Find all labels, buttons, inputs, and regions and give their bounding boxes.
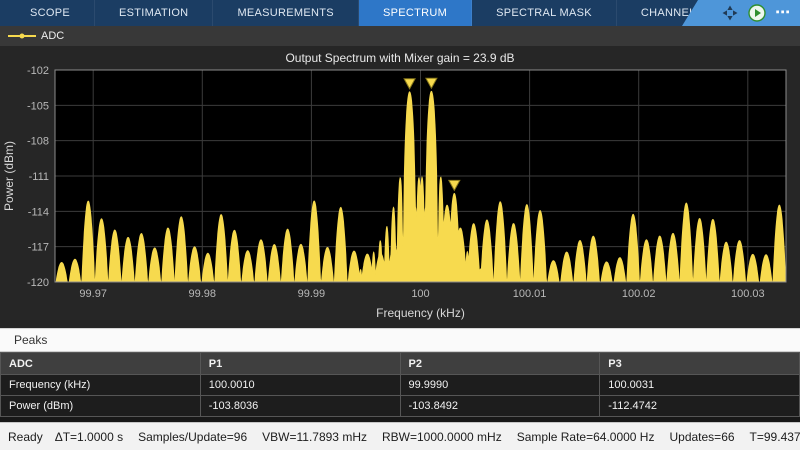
run-icon[interactable] (748, 4, 766, 22)
status-samples-per-update: Samples/Update=96 (138, 430, 247, 444)
status-sample-rate: Sample Rate=64.0000 Hz (517, 430, 655, 444)
column-header-p3: P3 (600, 353, 800, 375)
svg-text:-102: -102 (27, 65, 49, 77)
svg-text:Power (dBm): Power (dBm) (2, 141, 16, 211)
svg-text:99.97: 99.97 (79, 288, 107, 300)
cell-p3-power: -112.4742 (600, 396, 800, 417)
trace-color-swatch-icon (8, 35, 36, 37)
legend: ADC (0, 26, 800, 46)
status-updates: Updates=66 (669, 430, 734, 444)
cell-p1-power: -103.8036 (200, 396, 400, 417)
cell-p1-frequency: 100.0010 (200, 375, 400, 396)
cell-p2-power: -103.8492 (400, 396, 600, 417)
svg-text:100.02: 100.02 (622, 288, 656, 300)
row-label: Frequency (kHz) (1, 375, 201, 396)
simulation-controls-icon[interactable] (721, 4, 739, 22)
status-rbw: RBW=1000.0000 mHz (382, 430, 502, 444)
simulation-controls: ⋯ (682, 0, 800, 26)
svg-text:-120: -120 (27, 277, 49, 289)
peaks-panel-title: Peaks (14, 333, 47, 347)
svg-text:100.01: 100.01 (513, 288, 547, 300)
tab-spectral-mask[interactable]: SPECTRAL MASK (472, 0, 617, 26)
table-row-power: Power (dBm) -103.8036 -103.8492 -112.474… (1, 396, 800, 417)
svg-text:99.99: 99.99 (298, 288, 326, 300)
toolstrip-tab-bar: SCOPE ESTIMATION MEASUREMENTS SPECTRUM S… (0, 0, 800, 26)
peaks-panel-header[interactable]: Peaks (0, 328, 800, 352)
status-ready: Ready (8, 430, 43, 444)
svg-text:-105: -105 (27, 100, 49, 112)
tab-spectrum[interactable]: SPECTRUM (359, 0, 472, 26)
peaks-table-header-row: ADC P1 P2 P3 (1, 353, 800, 375)
status-bar: Ready ΔT=1.0000 s Samples/Update=96 VBW=… (0, 422, 800, 450)
legend-label: ADC (41, 30, 64, 42)
svg-text:-108: -108 (27, 136, 49, 148)
legend-item-adc[interactable]: ADC (8, 30, 64, 42)
status-delta-t: ΔT=1.0000 s (55, 430, 123, 444)
svg-text:Frequency (kHz): Frequency (kHz) (376, 306, 465, 320)
svg-text:-114: -114 (28, 206, 49, 218)
cell-p3-frequency: 100.0031 (600, 375, 800, 396)
tab-measurements[interactable]: MEASUREMENTS (213, 0, 359, 26)
cell-p2-frequency: 99.9990 (400, 375, 600, 396)
table-row-frequency: Frequency (kHz) 100.0010 99.9990 100.003… (1, 375, 800, 396)
tab-scope[interactable]: SCOPE (6, 0, 95, 26)
svg-text:100: 100 (411, 288, 429, 300)
column-header-p2: P2 (400, 353, 600, 375)
svg-text:-117: -117 (28, 242, 49, 254)
status-time: T=99.4375 (750, 430, 800, 444)
peaks-panel: ADC P1 P2 P3 Frequency (kHz) 100.0010 99… (0, 352, 800, 422)
peaks-table: ADC P1 P2 P3 Frequency (kHz) 100.0010 99… (0, 352, 800, 417)
tab-estimation[interactable]: ESTIMATION (95, 0, 213, 26)
column-header-adc: ADC (1, 353, 201, 375)
spectrum-analyzer-window: SCOPE ESTIMATION MEASUREMENTS SPECTRUM S… (0, 0, 800, 450)
svg-text:99.98: 99.98 (189, 288, 217, 300)
status-vbw: VBW=11.7893 mHz (262, 430, 367, 444)
row-label: Power (dBm) (1, 396, 201, 417)
svg-text:-111: -111 (29, 171, 49, 183)
spectrum-plot[interactable]: 99.97 99.98 99.99 100 100.01 100.02 100.03 -102… (0, 46, 800, 328)
column-header-p1: P1 (200, 353, 400, 375)
svg-text:100.03: 100.03 (731, 288, 765, 300)
more-options-icon[interactable]: ⋯ (775, 4, 790, 22)
spectrum-display[interactable]: Output Spectrum with Mixer gain = 23.9 d… (0, 46, 800, 328)
